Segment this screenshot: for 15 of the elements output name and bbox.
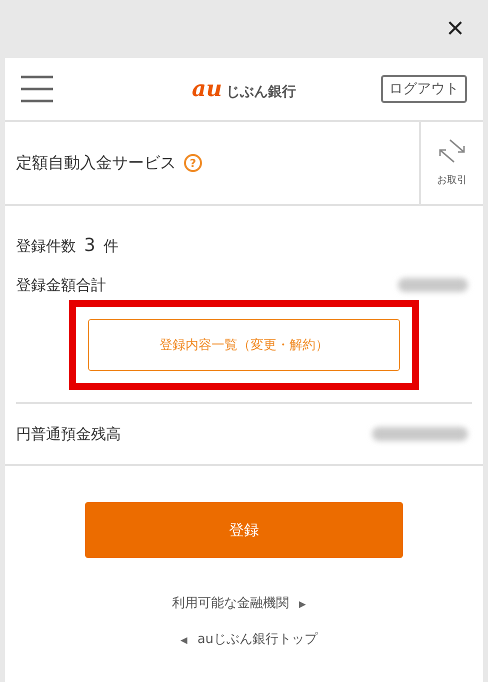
balance-label: 円普通預金残高	[16, 424, 121, 444]
logo-mark: au	[192, 76, 222, 102]
count-value: 3	[84, 234, 96, 256]
swap-arrows-icon	[438, 139, 466, 163]
total-label: 登録金額合計	[16, 276, 106, 294]
blurred-amount	[398, 278, 468, 292]
nav-link[interactable]: ◀ auじぶん銀行トップ	[170, 630, 318, 648]
close-button[interactable]: ×	[442, 14, 468, 44]
count-label: 登録件数	[16, 236, 76, 256]
logout-button[interactable]: ログアウト	[381, 75, 467, 103]
count-unit: 件	[103, 236, 118, 256]
nav-link[interactable]: 利用可能な金融機関 ▶	[172, 594, 316, 612]
menu-icon[interactable]	[21, 75, 53, 103]
page-title: 定額自動入金サービス	[16, 152, 176, 174]
logo-text: じぶん銀行	[226, 83, 296, 101]
